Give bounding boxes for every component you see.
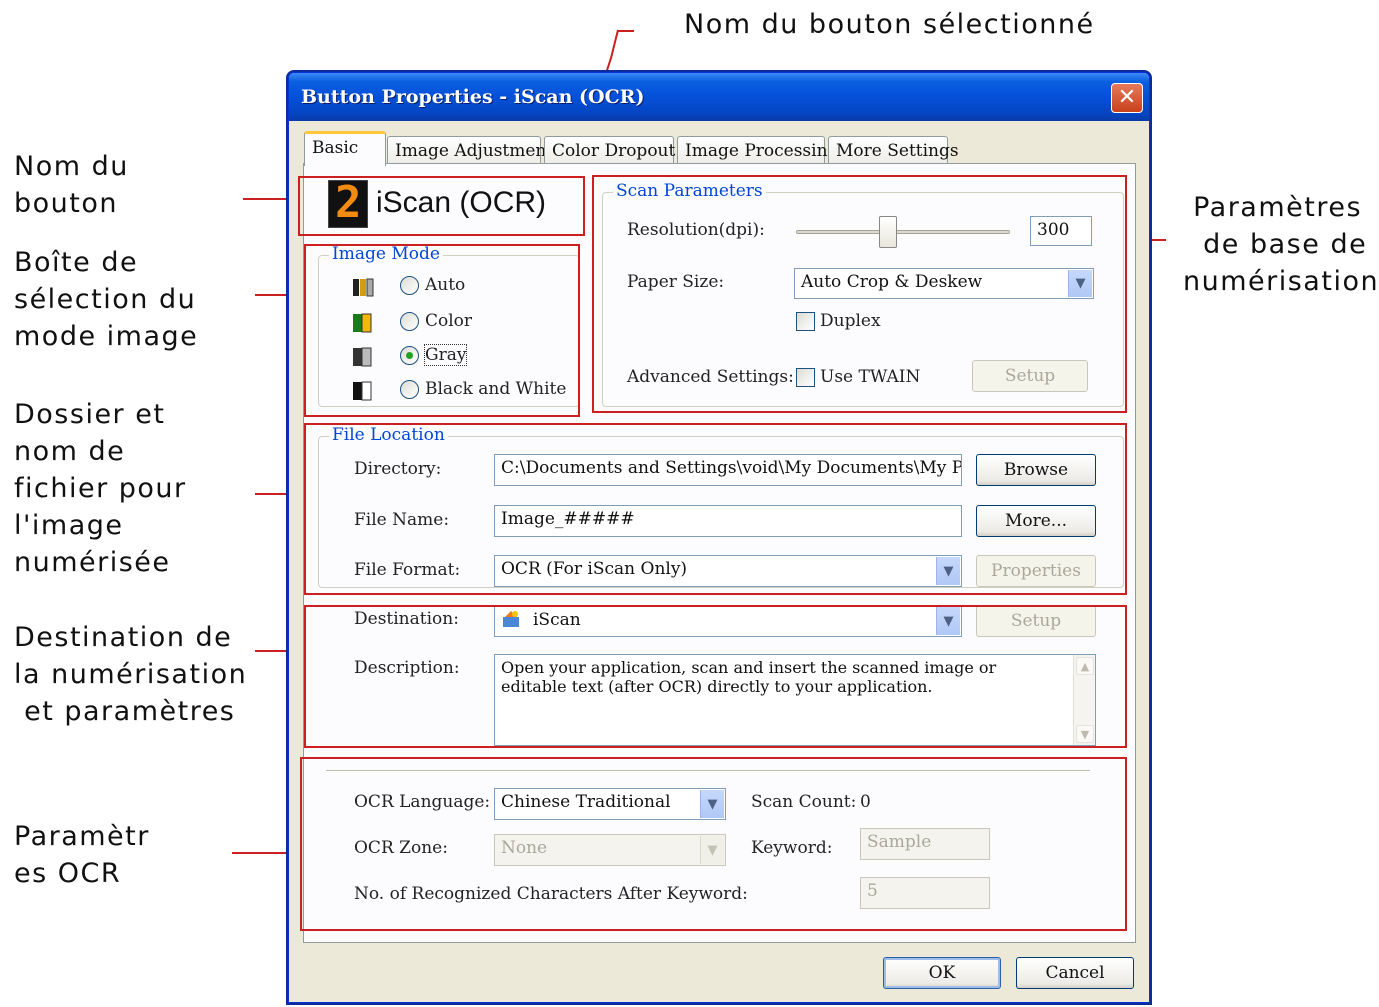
close-icon[interactable]: ✕: [1111, 83, 1143, 113]
annotation-image-mode: Boîte de sélection du mode image: [14, 247, 199, 352]
annotation-scan-params: Paramètres de base de numérisation: [1183, 192, 1379, 297]
highlight-destination: [304, 605, 1127, 748]
annotation-leader-title-h: [618, 30, 634, 32]
annotation-selected-button-name: Nom du bouton sélectionné: [684, 9, 1095, 40]
dialog-title: Button Properties - iScan (OCR): [301, 86, 645, 108]
cancel-button[interactable]: Cancel: [1016, 957, 1134, 989]
tab-color-dropout[interactable]: Color Dropout: [544, 136, 675, 165]
annotation-button-name: Nom du bouton: [14, 151, 129, 219]
highlight-file-location: [304, 423, 1127, 595]
dialog-titlebar[interactable]: Button Properties - iScan (OCR) ✕: [289, 73, 1149, 121]
annotation-file-location: Dossier et nom de fichier pour l'image n…: [14, 399, 187, 578]
tab-image-processing[interactable]: Image Processing: [677, 136, 838, 165]
highlight-image-mode: [304, 244, 580, 417]
annotation-ocr-params: Paramètr es OCR: [14, 821, 150, 889]
highlight-scan-parameters: [592, 175, 1127, 413]
highlight-ocr: [300, 757, 1127, 931]
annotation-destination: Destination de la numérisation et paramè…: [14, 622, 248, 727]
highlight-button-name: [298, 176, 585, 236]
ok-button[interactable]: OK: [883, 957, 1001, 989]
annotation-leader-title-v: [609, 29, 619, 60]
tab-image-adjustment[interactable]: Image Adjustment: [387, 136, 553, 165]
tab-basic[interactable]: Basic: [304, 131, 386, 166]
tab-more-settings[interactable]: More Settings: [828, 136, 959, 165]
